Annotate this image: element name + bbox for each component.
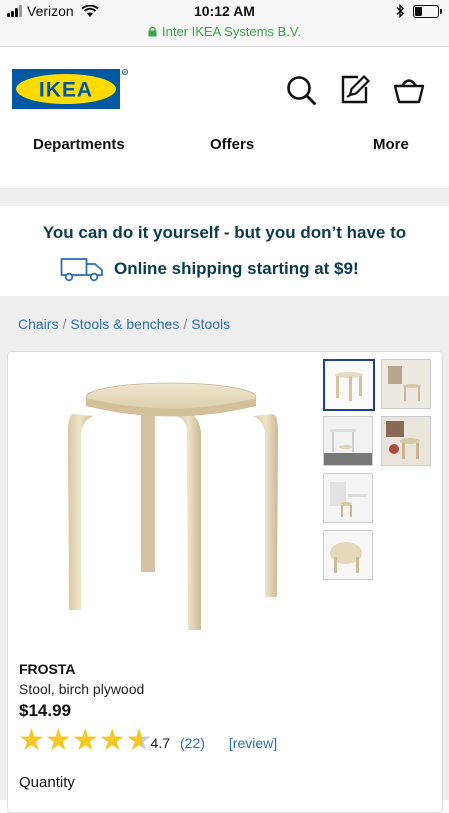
star-icon: ★: [98, 724, 126, 757]
product-card: FROSTA Stool, birch plywood $14.99 ★ ★ ★…: [7, 351, 443, 813]
breadcrumb-stools-benches[interactable]: Stools & benches: [70, 316, 179, 332]
basket-icon[interactable]: [392, 73, 426, 107]
star-icon: ★: [71, 724, 99, 757]
promo-title: You can do it yourself - but you don’t h…: [42, 223, 407, 242]
write-review-link[interactable]: [review]: [229, 735, 277, 751]
breadcrumb-separator: /: [62, 316, 67, 332]
search-icon[interactable]: [284, 73, 318, 107]
breadcrumb: Chairs / Stools & benches / Stools: [18, 316, 230, 332]
star-icon: ★: [18, 724, 45, 757]
breadcrumb-separator: /: [183, 316, 188, 332]
status-bar: Verizon 10:12 AM: [0, 0, 449, 22]
breadcrumb-stools[interactable]: Stools: [191, 316, 230, 332]
nav-more[interactable]: More: [373, 136, 409, 153]
breadcrumb-chairs[interactable]: Chairs: [18, 316, 58, 332]
bluetooth-icon: [396, 4, 404, 18]
main-nav: Departments Offers More: [0, 122, 449, 168]
star-partial-icon: ★ ★: [125, 724, 153, 757]
review-count-link[interactable]: (22): [180, 735, 205, 751]
lock-icon: [148, 26, 157, 37]
shipping-text: Online shipping starting at $9!: [114, 259, 359, 278]
ikea-logo[interactable]: IKEA R: [12, 69, 129, 109]
product-main-image[interactable]: [63, 372, 283, 637]
svg-text:R: R: [124, 70, 127, 75]
quantity-label: Quantity: [19, 774, 75, 791]
site-name: Inter IKEA Systems B.V.: [162, 24, 301, 39]
product-price: $14.99: [19, 701, 71, 720]
promo-banner[interactable]: You can do it yourself - but you don’t h…: [0, 206, 449, 296]
thumbnail-desk-scene[interactable]: [323, 416, 373, 466]
section-divider: [0, 188, 449, 206]
edit-list-icon[interactable]: [338, 73, 372, 107]
clock: 10:12 AM: [194, 3, 255, 19]
product-name: FROSTA: [19, 661, 76, 677]
product-section: Chairs / Stools & benches / Stools FROST…: [0, 296, 449, 813]
thumbnail-stool-scene[interactable]: [381, 359, 431, 409]
product-rating: ★ ★ ★ ★ ★ ★ 4.7 (22) [review]: [18, 726, 277, 756]
shipping-promo: Online shipping starting at $9!: [60, 256, 359, 282]
thumbnail-stack-scene[interactable]: [381, 416, 431, 466]
nav-departments[interactable]: Departments: [33, 136, 125, 153]
truck-icon: [60, 258, 103, 282]
url-bar[interactable]: Inter IKEA Systems B.V.: [0, 22, 449, 47]
thumbnail-room-scene[interactable]: [323, 473, 373, 523]
nav-offers[interactable]: Offers: [210, 136, 254, 153]
thumbnail-stool-front[interactable]: [323, 359, 375, 411]
product-description: Stool, birch plywood: [19, 681, 145, 697]
thumbnail-stool-top[interactable]: [323, 530, 373, 580]
logo-text: IKEA: [39, 79, 93, 102]
battery-icon: [413, 4, 442, 18]
star-icon: ★: [44, 724, 72, 757]
rating-value: 4.7: [150, 735, 170, 751]
